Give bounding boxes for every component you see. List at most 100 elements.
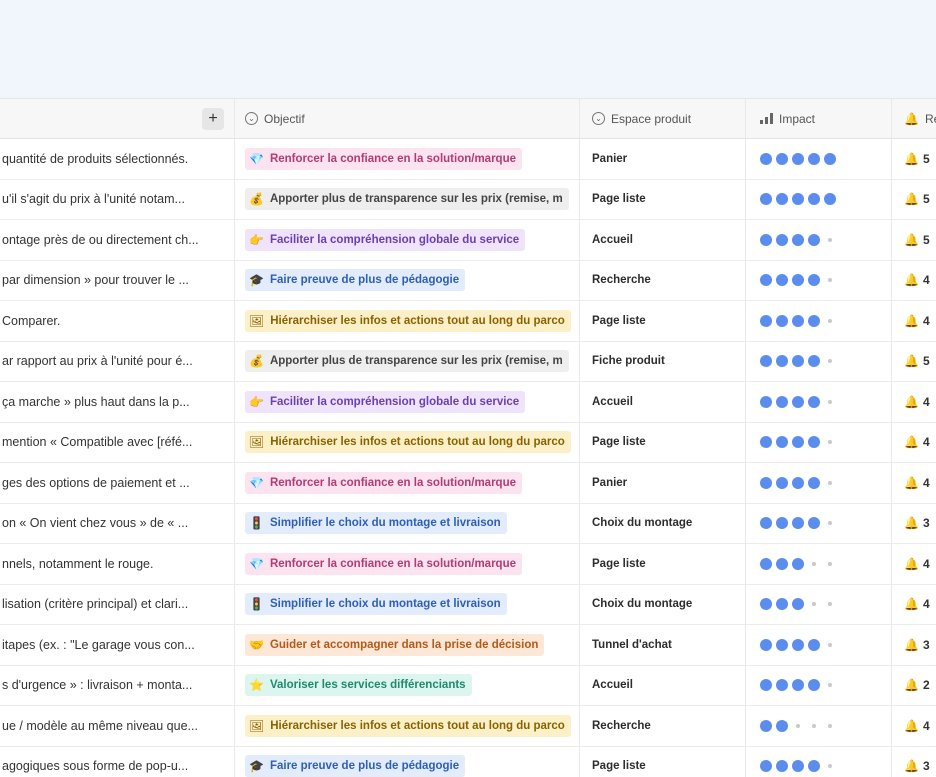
table-row[interactable]: s d'urgence » : livraison + monta... ⭐ Val… [0,665,936,706]
objectif-cell[interactable]: 🤝 Guider et accompagner dans la prise de … [235,625,580,665]
espace-cell[interactable]: Recherche [580,706,746,746]
espace-cell[interactable]: Accueil [580,382,746,422]
table-row[interactable]: quantité de produits sélectionnés. 💎 Renfo… [0,139,936,180]
espace-cell[interactable]: Panier [580,463,746,503]
table-row[interactable]: Comparer. 🖼 Hiérarchiser les infos et acti… [0,301,936,342]
table-row[interactable]: nnels, notamment le rouge. 💎 Renforcer la … [0,544,936,585]
table-row[interactable]: ges des options de paiement et ... 💎 Renfo… [0,463,936,504]
impact-cell[interactable] [746,341,892,381]
description-cell[interactable]: u'il s'agit du prix à l'unité notam... [0,179,235,219]
description-cell[interactable]: nnels, notamment le rouge. [0,544,235,584]
re-cell[interactable]: 🔔 2 [892,666,936,706]
objectif-cell[interactable]: 💰 Apporter plus de transparence sur les p… [235,179,580,219]
re-cell[interactable]: 🔔 5 [892,180,936,220]
espace-cell[interactable]: Page liste [580,746,746,777]
objectif-cell[interactable]: 💎 Renforcer la confiance en la solution/m… [235,463,580,503]
impact-cell[interactable] [746,139,892,179]
description-cell[interactable]: mention « Compatible avec [réfé... [0,422,235,462]
objectif-cell[interactable]: 👉 Faciliter la compréhension globale du s… [235,382,580,422]
re-cell[interactable]: 🔔 5 [892,220,936,260]
re-cell[interactable]: 🔔 5 [892,342,936,382]
impact-cell[interactable] [746,584,892,624]
re-cell[interactable]: 🔔 3 [892,504,936,544]
espace-cell[interactable]: Tunnel d'achat [580,625,746,665]
description-cell[interactable]: par dimension » pour trouver le ... [0,260,235,300]
impact-cell[interactable] [746,220,892,260]
objectif-cell[interactable]: 💰 Apporter plus de transparence sur les p… [235,341,580,381]
table-row[interactable]: par dimension » pour trouver le ... 🎓 Fair… [0,260,936,301]
espace-column-header[interactable]: ⌄ Espace produit [580,99,746,138]
re-cell[interactable]: 🔔 5 [892,139,936,179]
re-cell[interactable]: 🔔 4 [892,544,936,584]
description-cell[interactable]: ontage près de ou directement ch... [0,220,235,260]
espace-cell[interactable]: Page liste [580,422,746,462]
impact-cell[interactable] [746,463,892,503]
espace-cell[interactable]: Accueil [580,220,746,260]
espace-cell[interactable]: Accueil [580,665,746,705]
objectif-cell[interactable]: 🎓 Faire preuve de plus de pédagogie [235,746,580,777]
impact-cell[interactable] [746,625,892,665]
objectif-cell[interactable]: 👉 Faciliter la compréhension globale du s… [235,220,580,260]
table-row[interactable]: ue / modèle au même niveau que... 🖼 Hiérar… [0,706,936,747]
description-cell[interactable]: ue / modèle au même niveau que... [0,706,235,746]
re-cell[interactable]: 🔔 4 [892,463,936,503]
description-cell[interactable]: itapes (ex. : "Le garage vous con... [0,625,235,665]
table-row[interactable]: itapes (ex. : "Le garage vous con... 🤝 Gui… [0,625,936,666]
table-row[interactable]: on « On vient chez vous » de « ... 🚦 Simpl… [0,503,936,544]
table-row[interactable]: ça marche » plus haut dans la p... 👉 Facil… [0,382,936,423]
impact-column-header[interactable]: Impact [746,99,892,138]
objectif-cell[interactable]: 💎 Renforcer la confiance en la solution/m… [235,544,580,584]
objectif-cell[interactable]: 🚦 Simplifier le choix du montage et livra… [235,584,580,624]
espace-cell[interactable]: Fiche produit [580,341,746,381]
impact-cell[interactable] [746,503,892,543]
objectif-cell[interactable]: 🖼 Hiérarchiser les infos et actions tout … [235,706,580,746]
re-column-header[interactable]: 🔔 Re [892,99,936,138]
objectif-cell[interactable]: 🎓 Faire preuve de plus de pédagogie [235,260,580,300]
re-cell[interactable]: 🔔 4 [892,585,936,625]
table-row[interactable]: ar rapport au prix à l'unité pour é... 💰 A… [0,341,936,382]
impact-cell[interactable] [746,260,892,300]
objectif-cell[interactable]: ⭐ Valoriser les services différenciants [235,665,580,705]
impact-cell[interactable] [746,179,892,219]
description-cell[interactable]: s d'urgence » : livraison + monta... [0,665,235,705]
re-cell[interactable]: 🔔 4 [892,301,936,341]
espace-cell[interactable]: Page liste [580,544,746,584]
espace-cell[interactable]: Recherche [580,260,746,300]
espace-cell[interactable]: Page liste [580,301,746,341]
re-cell[interactable]: 🔔 4 [892,382,936,422]
espace-cell[interactable]: Choix du montage [580,584,746,624]
espace-cell[interactable]: Panier [580,139,746,179]
impact-cell[interactable] [746,665,892,705]
espace-cell[interactable]: Choix du montage [580,503,746,543]
espace-cell[interactable]: Page liste [580,179,746,219]
re-cell[interactable]: 🔔 4 [892,423,936,463]
description-cell[interactable]: ça marche » plus haut dans la p... [0,382,235,422]
impact-cell[interactable] [746,706,892,746]
description-cell[interactable]: Comparer. [0,301,235,341]
re-cell[interactable]: 🔔 3 [892,625,936,665]
objectif-cell[interactable]: 🖼 Hiérarchiser les infos et actions tout … [235,301,580,341]
table-row[interactable]: agogiques sous forme de pop-u... 🎓 Faire p… [0,746,936,777]
impact-cell[interactable] [746,544,892,584]
impact-cell[interactable] [746,382,892,422]
description-cell[interactable]: lisation (critère principal) et clari... [0,584,235,624]
add-column-button[interactable]: + [202,108,224,130]
table-row[interactable]: ontage près de ou directement ch... 👉 Faci… [0,220,936,261]
description-cell[interactable]: ges des options de paiement et ... [0,463,235,503]
description-cell[interactable]: agogiques sous forme de pop-u... [0,746,235,777]
impact-cell[interactable] [746,422,892,462]
impact-cell[interactable] [746,746,892,777]
description-cell[interactable]: ar rapport au prix à l'unité pour é... [0,341,235,381]
objectif-cell[interactable]: 💎 Renforcer la confiance en la solution/m… [235,139,580,179]
re-cell[interactable]: 🔔 4 [892,261,936,301]
description-cell[interactable]: on « On vient chez vous » de « ... [0,503,235,543]
table-row[interactable]: u'il s'agit du prix à l'unité notam... 💰 A… [0,179,936,220]
description-cell[interactable]: quantité de produits sélectionnés. [0,139,235,179]
re-cell[interactable]: 🔔 3 [892,747,936,777]
re-cell[interactable]: 🔔 4 [892,706,936,746]
objectif-cell[interactable]: 🖼 Hiérarchiser les infos et actions tout … [235,422,580,462]
impact-cell[interactable] [746,301,892,341]
objectif-cell[interactable]: 🚦 Simplifier le choix du montage et livra… [235,503,580,543]
objectif-column-header[interactable]: ⌄ Objectif [235,99,580,138]
table-row[interactable]: lisation (critère principal) et clari...… [0,584,936,625]
